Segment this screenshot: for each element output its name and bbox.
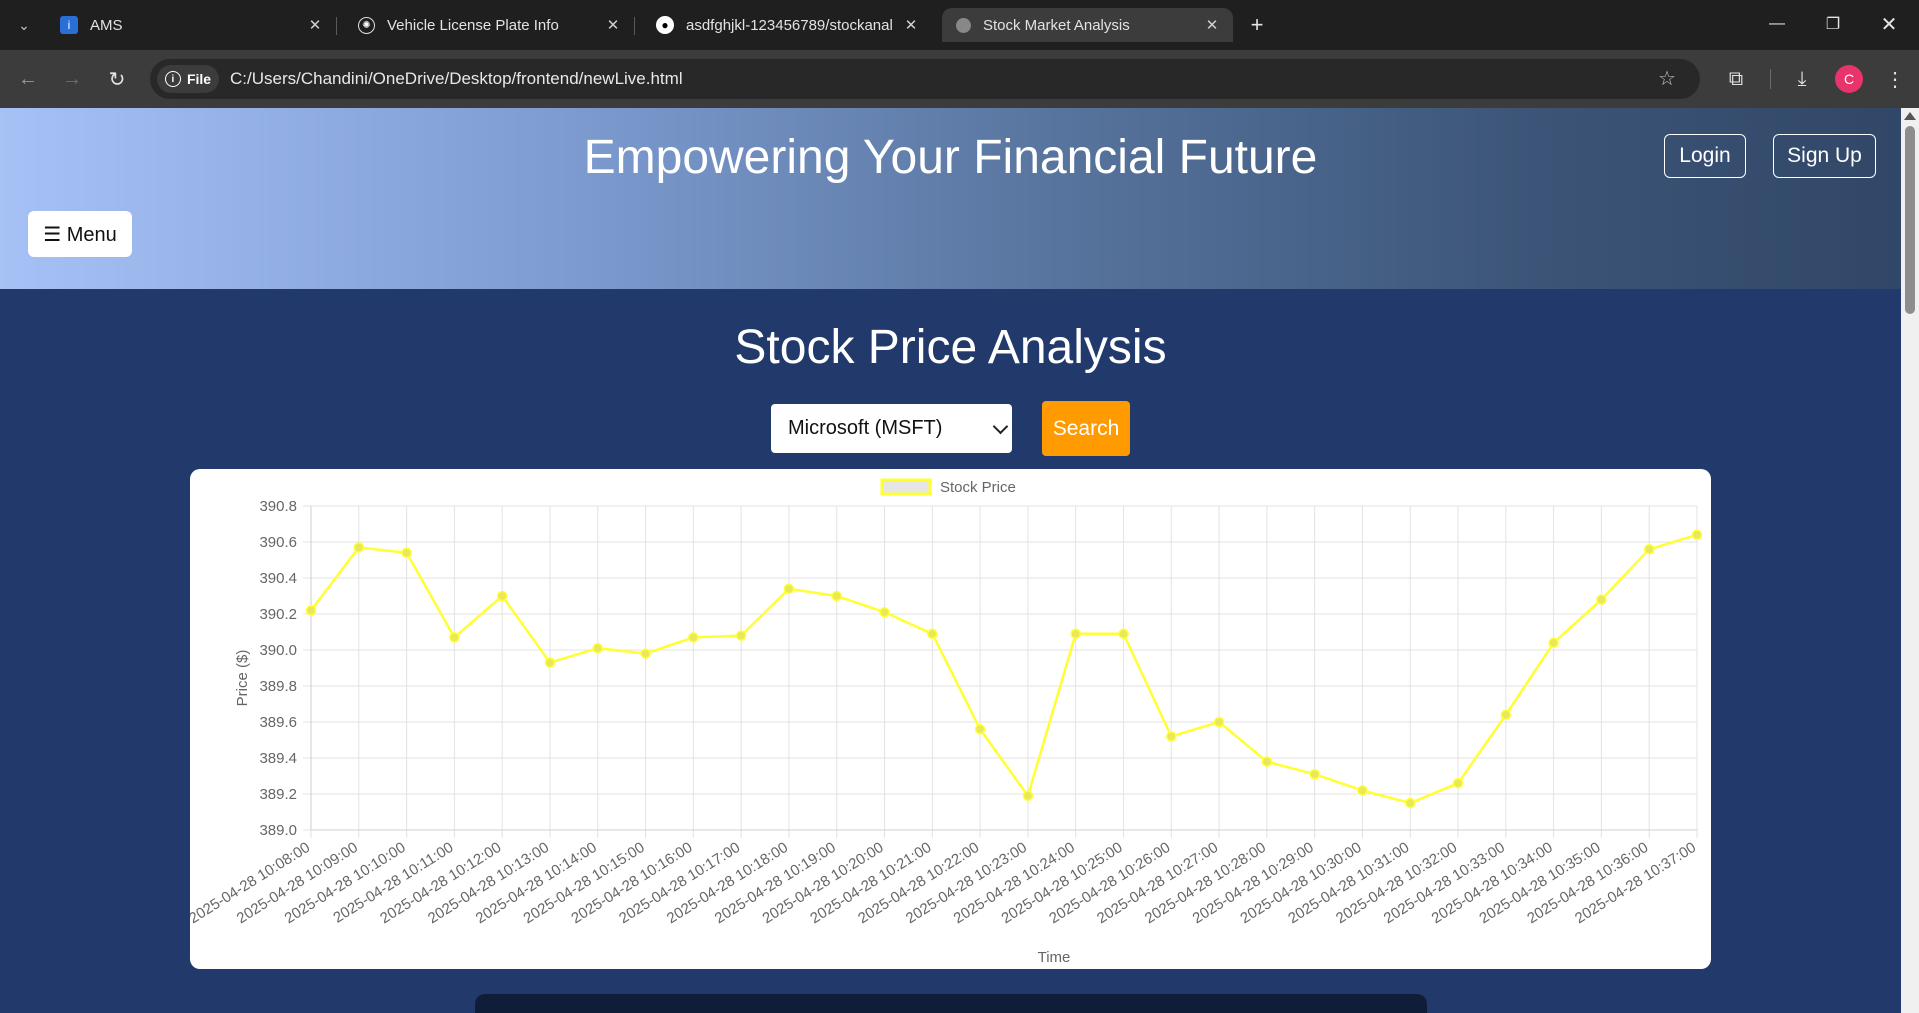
data-point (879, 606, 890, 618)
line-chart-svg: 390.8 390.6 390.4 390.2 390.0 389.8 389.6 389.4… (190, 478, 1703, 966)
selected-stock-value: Microsoft (MSFT) (788, 417, 943, 439)
y-tick-label: 390.0 (259, 642, 297, 659)
menu-button[interactable]: ☰ Menu (28, 211, 132, 257)
data-point (592, 642, 604, 654)
info-icon: i (164, 71, 181, 87)
y-tick-label: 389.6 (259, 714, 297, 731)
close-tab-icon[interactable]: ✕ (602, 14, 624, 36)
y-tick-label: 389.2 (259, 786, 297, 803)
y-tick-label: 390.6 (259, 534, 297, 551)
legend-swatch (880, 478, 932, 496)
scrollbar-thumb[interactable] (1905, 126, 1915, 314)
data-point (544, 657, 556, 668)
login-button[interactable]: Login (1664, 134, 1746, 178)
tab-title: AMS (90, 16, 123, 34)
data-point (401, 547, 412, 559)
data-point (735, 630, 747, 641)
globe-favicon-icon (956, 17, 971, 33)
signup-button[interactable]: Sign Up (1773, 134, 1876, 178)
y-tick-label: 389.0 (259, 822, 297, 839)
data-point (449, 632, 460, 643)
browser-menu-kebab-icon[interactable]: ⋮ (1880, 64, 1910, 94)
close-tab-icon[interactable]: ✕ (304, 14, 326, 36)
tab-separator (634, 17, 635, 35)
chevron-down-icon (992, 418, 1009, 435)
tab-search-chevron-icon[interactable]: ⌄ (10, 12, 38, 38)
tab-title: asdfghjkl-123456789/stockanal (686, 16, 893, 34)
data-point (1404, 797, 1416, 809)
header-title: Empowering Your Financial Future (583, 131, 1318, 184)
y-tick-label: 390.4 (259, 570, 297, 587)
restore-icon[interactable]: ❐ (1810, 10, 1856, 38)
profile-avatar[interactable]: C (1835, 65, 1863, 93)
data-point (974, 723, 986, 735)
data-point (927, 628, 938, 640)
y-tick-label: 389.4 (259, 750, 297, 767)
site-info-chip[interactable]: i File (157, 65, 219, 93)
x-axis-label: Time (1038, 949, 1071, 966)
url-text[interactable]: C:/Users/Chandini/OneDrive/Desktop/front… (230, 69, 683, 89)
data-point (353, 542, 365, 553)
download-icon[interactable]: ⤓ (1787, 64, 1817, 94)
y-tick-label: 390.2 (259, 606, 297, 623)
scroll-up-arrow-icon[interactable] (1904, 112, 1916, 120)
tab-ams[interactable]: i AMS ✕ (46, 8, 337, 42)
y-tick-label: 390.8 (259, 498, 297, 515)
data-point (1452, 777, 1464, 789)
data-point (688, 632, 699, 643)
reload-icon[interactable]: ↻ (101, 63, 133, 95)
data-point (1309, 768, 1320, 780)
series-line-stock-price (310, 533, 1698, 805)
data-point (496, 590, 508, 602)
new-tab-button[interactable]: + (1243, 12, 1271, 38)
data-point (640, 648, 651, 659)
bookmark-star-icon[interactable]: ☆ (1658, 66, 1676, 91)
data-point (305, 605, 317, 616)
y-tick-label: 389.8 (259, 678, 297, 695)
y-axis-label: Price ($) (234, 650, 251, 707)
close-tab-icon[interactable]: ✕ (900, 14, 922, 36)
back-arrow-icon[interactable]: ← (12, 63, 44, 95)
data-point (1596, 594, 1607, 605)
data-point (1643, 543, 1655, 555)
data-point (1500, 709, 1512, 721)
close-tab-icon[interactable]: ✕ (1201, 14, 1223, 36)
toolbar-divider (1770, 69, 1771, 89)
section-title: Stock Price Analysis (734, 321, 1167, 374)
forward-arrow-icon[interactable]: → (56, 63, 88, 95)
minimize-icon[interactable]: — (1754, 10, 1800, 38)
tab-title: Stock Market Analysis (983, 16, 1130, 34)
page-header: Empowering Your Financial Future Login S… (0, 108, 1901, 289)
site-info-label: File (186, 71, 212, 87)
legend-label: Stock Price (940, 479, 1016, 496)
data-point (1022, 790, 1034, 802)
lower-panel (475, 994, 1427, 1013)
close-window-icon[interactable]: ✕ (1866, 10, 1912, 38)
search-button[interactable]: Search (1042, 401, 1130, 456)
data-point (1691, 529, 1703, 541)
data-point (1357, 785, 1368, 796)
data-point (1213, 716, 1225, 728)
data-point (1548, 637, 1559, 649)
openai-favicon-icon: ✺ (358, 16, 375, 34)
data-point (831, 590, 842, 602)
stock-price-chart: 390.8 390.6 390.4 390.2 390.0 389.8 389.6 389.4… (190, 469, 1711, 969)
tab-separator (336, 17, 337, 35)
ams-favicon-icon: i (60, 16, 78, 34)
extensions-puzzle-icon[interactable]: ⧉ (1721, 64, 1751, 94)
data-point (1070, 628, 1081, 640)
web-page: Empowering Your Financial Future Login S… (0, 108, 1901, 1013)
github-favicon-icon: ● (656, 16, 674, 34)
data-point (1118, 628, 1129, 640)
data-point (1166, 731, 1177, 742)
tab-title: Vehicle License Plate Info (387, 16, 559, 34)
data-point (783, 583, 795, 595)
tab-stock-market-analysis[interactable]: Stock Market Analysis ✕ (942, 8, 1233, 42)
tab-vehicle-license-plate[interactable]: ✺ Vehicle License Plate Info ✕ (344, 8, 635, 42)
stock-select-dropdown[interactable]: Microsoft (MSFT) (771, 404, 1012, 453)
data-point (1261, 756, 1273, 767)
tab-github-stockanal[interactable]: ● asdfghjkl-123456789/stockanal ✕ (642, 8, 932, 42)
